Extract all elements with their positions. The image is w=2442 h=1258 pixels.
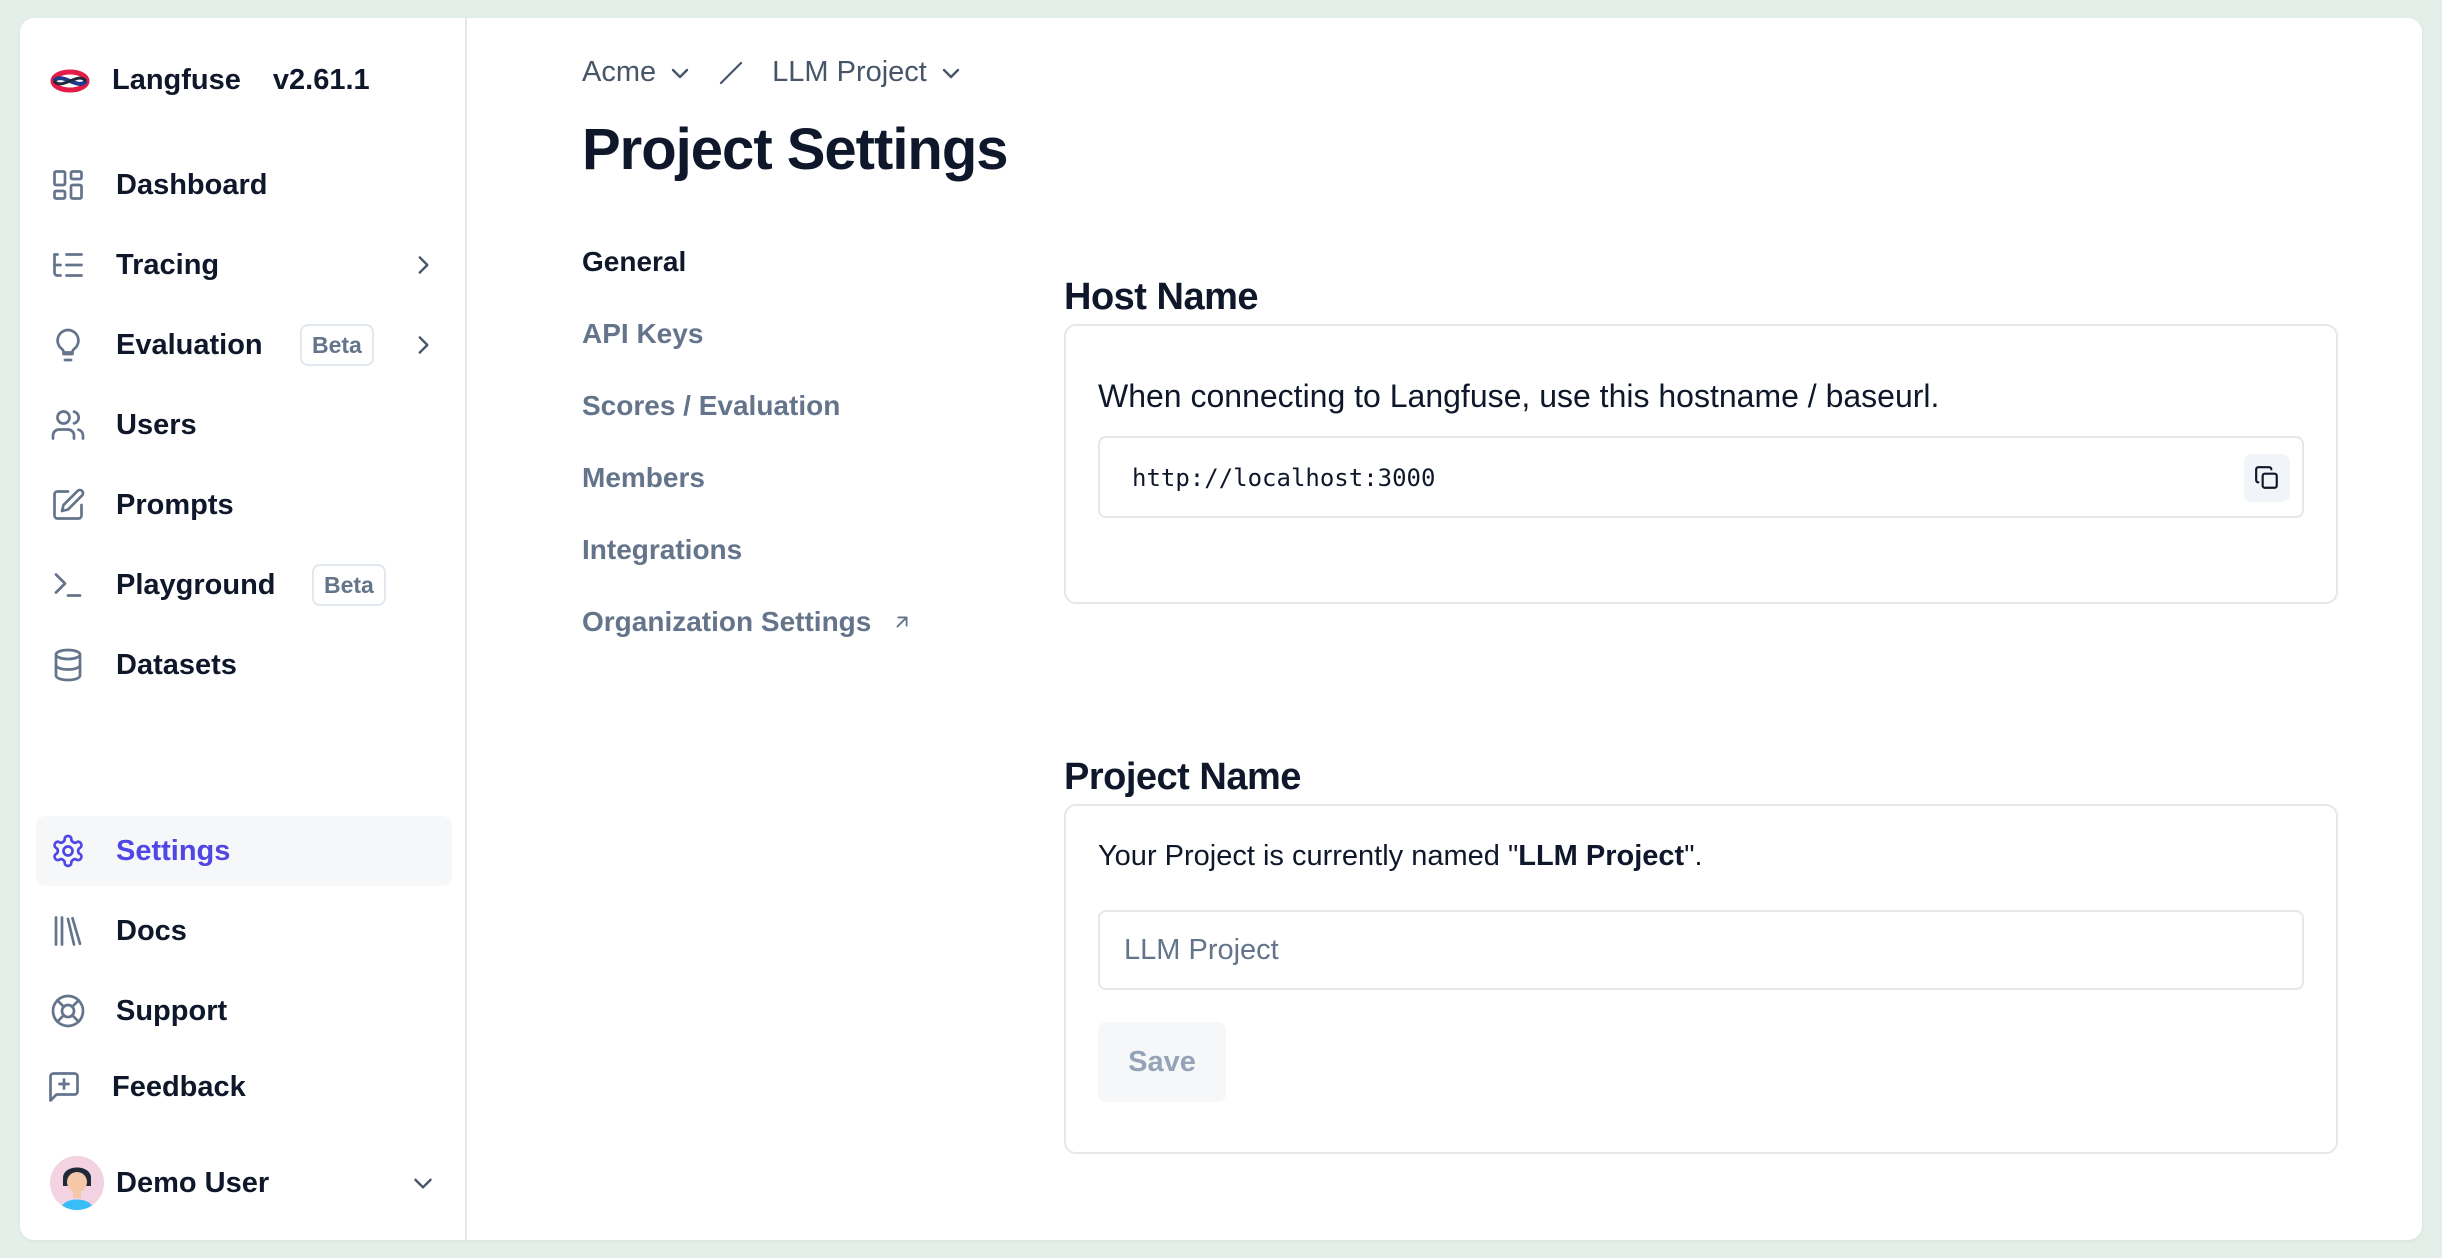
sidebar-item-label: Playground (116, 568, 276, 601)
user-menu[interactable]: Demo User (36, 1148, 452, 1218)
brand[interactable]: Langfuse v2.61.1 (50, 64, 370, 97)
breadcrumb: Acme LLM Project (582, 56, 963, 89)
sidebar: Langfuse v2.61.1 Dashboard Tracing Evalu… (20, 18, 467, 1240)
user-name: Demo User (116, 1166, 270, 1199)
breadcrumb-project-label: LLM Project (772, 56, 927, 88)
sidebar-item-label: Prompts (116, 488, 234, 521)
sidebar-item-support[interactable]: Support (36, 976, 452, 1046)
app-version: v2.61.1 (272, 64, 370, 96)
project-name-card: Your Project is currently named "LLM Pro… (1064, 804, 2338, 1154)
breadcrumb-organization[interactable]: Acme (582, 56, 692, 89)
app-window: Langfuse v2.61.1 Dashboard Tracing Evalu… (20, 18, 2422, 1240)
sidebar-item-dashboard[interactable]: Dashboard (36, 150, 452, 220)
project-name-description-suffix: ". (1684, 840, 1703, 872)
project-name-input[interactable] (1098, 910, 2304, 990)
breadcrumb-organization-label: Acme (582, 56, 657, 88)
gear-icon (50, 833, 86, 869)
lifebuoy-icon (50, 993, 86, 1029)
avatar (50, 1156, 104, 1210)
subnav-scores-evaluation[interactable]: Scores / Evaluation (582, 390, 840, 422)
current-project-name: LLM Project (1518, 840, 1685, 872)
beta-badge: Beta (300, 324, 374, 366)
sidebar-item-label: Users (116, 408, 197, 441)
subnav-organization-settings-label: Organization Settings (582, 606, 872, 637)
sidebar-item-feedback[interactable]: Feedback (36, 1052, 452, 1122)
sidebar-item-label: Tracing (116, 248, 220, 281)
save-button[interactable]: Save (1098, 1022, 1226, 1102)
project-name-description: Your Project is currently named "LLM Pro… (1098, 840, 1703, 873)
sidebar-item-label: Support (116, 994, 228, 1027)
subnav-integrations[interactable]: Integrations (582, 534, 742, 566)
chevron-right-icon (418, 256, 429, 274)
subnav-members[interactable]: Members (582, 462, 705, 494)
breadcrumb-project[interactable]: LLM Project (772, 56, 963, 89)
sidebar-item-settings[interactable]: Settings (36, 816, 452, 886)
main-content: Acme LLM Project Project Settings Genera… (469, 18, 2422, 1240)
sidebar-item-label: Docs (116, 914, 187, 947)
sidebar-item-label: Settings (116, 834, 231, 867)
sidebar-item-label: Dashboard (116, 168, 268, 201)
project-name-title: Project Name (1064, 756, 1301, 798)
project-name-description-prefix: Your Project is currently named " (1098, 840, 1519, 872)
subnav-api-keys[interactable]: API Keys (582, 318, 703, 350)
chevron-down-icon (671, 68, 689, 78)
beta-badge: Beta (312, 564, 386, 606)
sidebar-item-users[interactable]: Users (36, 390, 452, 460)
external-link-arrow-icon (896, 616, 908, 628)
host-url[interactable]: http://localhost:3000 (1132, 464, 1435, 492)
sidebar-item-tracing[interactable]: Tracing (36, 230, 452, 300)
tracing-icon (50, 247, 86, 283)
sidebar-item-label: Evaluation (116, 328, 263, 361)
chevron-down-icon (414, 1178, 432, 1189)
sidebar-item-evaluation[interactable]: Evaluation Beta (36, 310, 452, 380)
copy-icon (2255, 466, 2278, 489)
subnav-general[interactable]: General (582, 246, 686, 278)
sidebar-item-label: Feedback (112, 1070, 246, 1103)
chevron-right-icon (418, 336, 429, 354)
app-name: Langfuse (112, 64, 241, 96)
host-url-box: http://localhost:3000 (1098, 436, 2304, 518)
message-plus-icon (46, 1069, 82, 1105)
sidebar-item-label: Datasets (116, 648, 237, 681)
sidebar-item-prompts[interactable]: Prompts (36, 470, 452, 540)
edit-icon (50, 487, 86, 523)
host-name-description: When connecting to Langfuse, use this ho… (1098, 378, 1940, 414)
sidebar-item-datasets[interactable]: Datasets (36, 630, 452, 700)
langfuse-logo-icon (50, 69, 90, 92)
database-icon (50, 647, 86, 683)
library-icon (50, 913, 86, 949)
terminal-icon (50, 567, 86, 603)
chevron-down-icon (942, 68, 960, 78)
host-name-title: Host Name (1064, 276, 1259, 318)
dashboard-icon (50, 167, 86, 203)
host-name-card: When connecting to Langfuse, use this ho… (1064, 324, 2338, 604)
slash-separator-icon (720, 61, 743, 84)
page-title: Project Settings (582, 117, 1009, 182)
sidebar-item-playground[interactable]: Playground Beta (36, 550, 452, 620)
copy-button[interactable] (2244, 454, 2290, 502)
users-icon (50, 407, 86, 443)
sidebar-item-docs[interactable]: Docs (36, 896, 452, 966)
subnav-organization-settings[interactable]: Organization Settings (582, 606, 913, 638)
lightbulb-icon (50, 327, 86, 363)
